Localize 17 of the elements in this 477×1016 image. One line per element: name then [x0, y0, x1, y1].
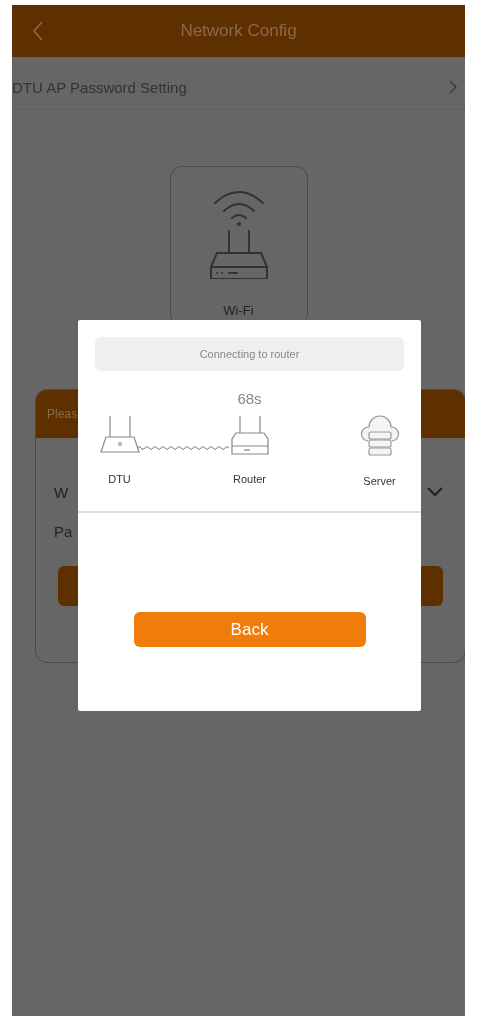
node-label: Server	[363, 475, 396, 487]
dtu-device-icon	[99, 415, 140, 455]
countdown-text: 68s	[237, 390, 262, 407]
router-icon	[229, 415, 270, 455]
back-icon[interactable]	[32, 21, 44, 41]
chevron-right-icon[interactable]	[449, 80, 457, 94]
password-field-label: Pa	[54, 522, 73, 540]
status-banner: Connecting to router	[95, 337, 404, 371]
chevron-down-icon[interactable]	[427, 487, 443, 497]
node-label: Router	[233, 473, 266, 485]
config-card-title: Pleas	[47, 407, 78, 421]
node-label: DTU	[108, 473, 131, 485]
nav-title: Network Config	[180, 21, 297, 41]
cloud-server-icon	[359, 415, 400, 457]
wifi-mode-label: Wi-Fi	[223, 303, 254, 318]
wifi-field-label: W	[54, 483, 69, 501]
back-button[interactable]: Back	[133, 612, 366, 647]
